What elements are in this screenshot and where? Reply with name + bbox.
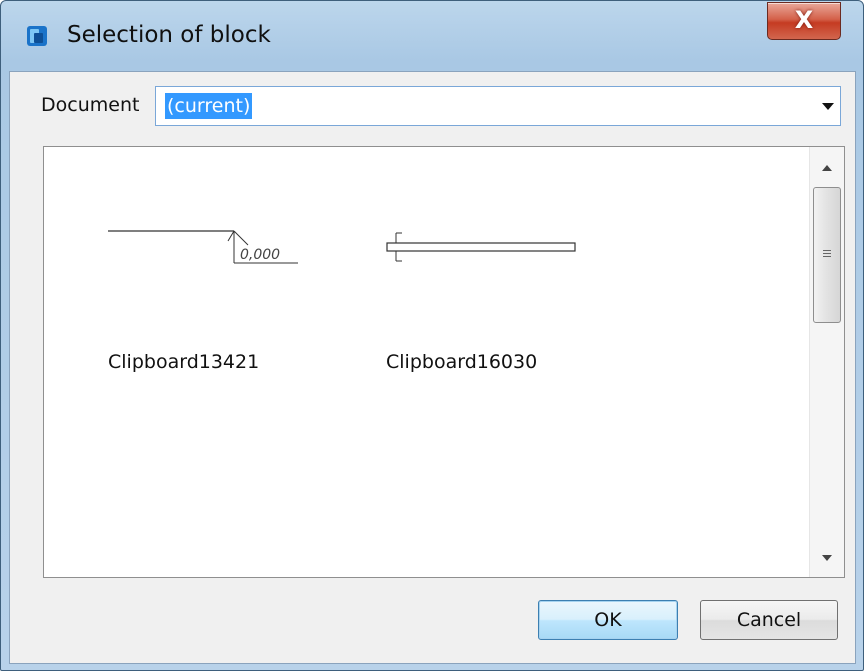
beam-section-icon bbox=[386, 232, 576, 262]
scroll-up-icon[interactable] bbox=[822, 165, 832, 171]
title-bar[interactable]: Selection of block X bbox=[1, 1, 863, 71]
app-icon bbox=[27, 26, 47, 46]
document-dropdown[interactable]: (current) bbox=[155, 86, 841, 126]
cancel-button[interactable]: Cancel bbox=[700, 600, 838, 640]
close-button[interactable]: X bbox=[767, 2, 841, 40]
scroll-down-icon[interactable] bbox=[822, 555, 832, 561]
ok-button[interactable]: OK bbox=[538, 600, 678, 640]
dialog-window: Selection of block X Document (current) … bbox=[0, 0, 864, 671]
scrollbar-thumb[interactable] bbox=[813, 187, 841, 323]
level-mark-icon: 0,000 bbox=[108, 230, 298, 264]
block-list[interactable]: 0,000 Clipboard13421 Clipboard16030 bbox=[43, 146, 845, 578]
level-mark-value: 0,000 bbox=[240, 247, 280, 263]
block-item-clipboard16030[interactable]: Clipboard16030 bbox=[374, 207, 604, 377]
block-item-clipboard13421[interactable]: 0,000 Clipboard13421 bbox=[84, 207, 314, 377]
grip-icon bbox=[823, 250, 831, 259]
document-label: Document bbox=[41, 94, 140, 116]
dialog-body: Document (current) 0,000 Clipboard13421 bbox=[9, 71, 856, 664]
block-name: Clipboard16030 bbox=[386, 351, 538, 373]
block-name: Clipboard13421 bbox=[108, 351, 260, 373]
close-icon: X bbox=[794, 6, 814, 34]
chevron-down-icon[interactable] bbox=[822, 103, 834, 110]
vertical-scrollbar[interactable] bbox=[809, 147, 844, 577]
document-selected-value: (current) bbox=[165, 93, 253, 119]
window-title: Selection of block bbox=[67, 22, 271, 48]
